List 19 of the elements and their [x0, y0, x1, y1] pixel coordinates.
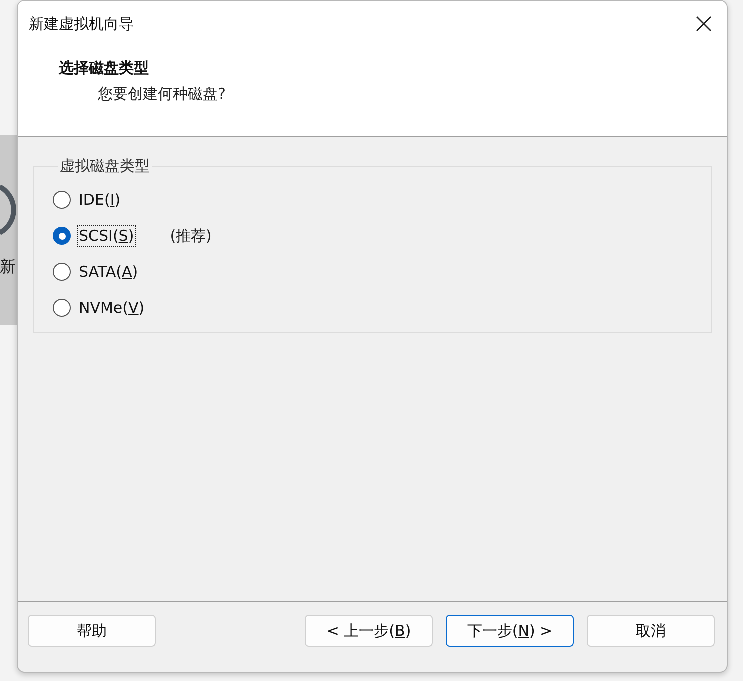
page-subtitle: 您要创建何种磁盘? — [98, 85, 227, 104]
page-title: 选择磁盘类型 — [59, 59, 150, 78]
radio-label[interactable]: NVMe(V) — [77, 297, 147, 319]
group-legend: 虚拟磁盘类型 — [58, 157, 152, 176]
radio-button[interactable] — [53, 263, 71, 281]
dialog-button[interactable]: 下一步(N) > — [446, 615, 574, 647]
dialog-button[interactable]: 帮助 — [28, 615, 156, 647]
dialog-button[interactable]: < 上一步(B) — [305, 615, 433, 647]
radio-button[interactable] — [53, 191, 71, 209]
radio-label[interactable]: IDE(I) — [77, 189, 123, 211]
background-label: 新 — [0, 257, 16, 278]
dialog-button[interactable]: 取消 — [587, 615, 715, 647]
radio-button[interactable] — [53, 299, 71, 317]
radio-button[interactable] — [53, 227, 71, 245]
radio-label[interactable]: SATA(A) — [77, 261, 140, 283]
window-title: 新建虚拟机向导 — [29, 14, 134, 34]
recommended-note: (推荐) — [170, 226, 212, 246]
radio-label[interactable]: SCSI(S) — [77, 225, 136, 247]
close-icon[interactable] — [696, 16, 712, 32]
